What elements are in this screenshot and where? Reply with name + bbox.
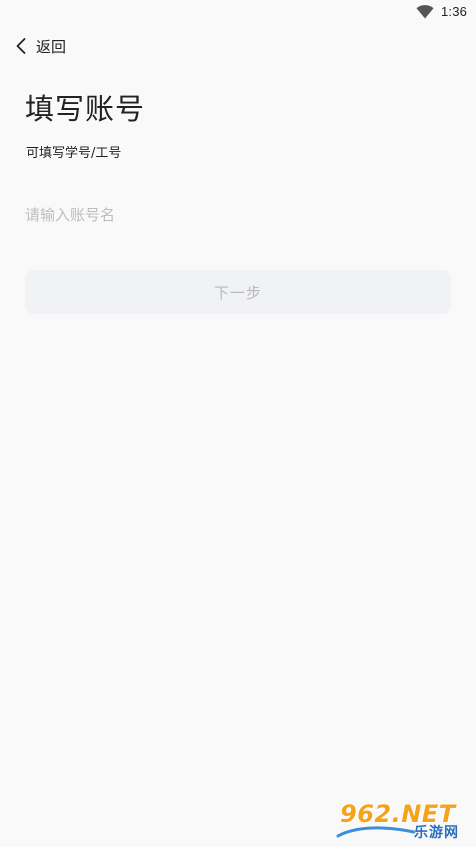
watermark-sub-text: 乐游网 (414, 825, 459, 841)
back-label: 返回 (36, 37, 67, 56)
status-bar: 1:36 (0, 0, 476, 24)
page-title: 填写账号 (25, 92, 146, 126)
page-subtitle: 可填写学号/工号 (26, 146, 122, 161)
back-button[interactable]: 返回 (14, 33, 66, 59)
status-time: 1:36 (441, 4, 468, 19)
account-input[interactable] (25, 200, 425, 230)
next-button[interactable]: 下一步 (25, 270, 451, 314)
chevron-left-icon (16, 38, 26, 54)
watermark-logo: 962.NET 乐游网 (336, 800, 472, 844)
wifi-icon (416, 5, 434, 19)
